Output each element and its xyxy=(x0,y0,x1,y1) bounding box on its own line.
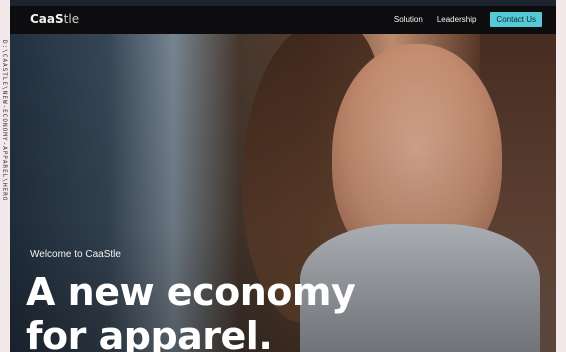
website-viewport: CaaStle Solution Leadership Contact Us W… xyxy=(10,0,556,352)
logo-bold: CaaS xyxy=(30,12,64,26)
nav-link-solution[interactable]: Solution xyxy=(394,15,423,24)
hero-headline: A new economy for apparel. xyxy=(26,270,356,352)
brand-logo[interactable]: CaaStle xyxy=(30,12,79,26)
nav-link-leadership[interactable]: Leadership xyxy=(437,15,477,24)
logo-light: tle xyxy=(63,12,80,26)
hero-banner: Welcome to CaaStle A new economy for app… xyxy=(10,24,556,352)
screenshot-frame: D:\CAASTLE\NEW-ECONOMY-APPAREL\HERO CaaS… xyxy=(0,0,566,352)
side-text: D:\CAASTLE\NEW-ECONOMY-APPAREL\HERO xyxy=(1,40,8,202)
hero-welcome-text: Welcome to CaaStle xyxy=(30,249,121,260)
top-navigation-bar: CaaStle Solution Leadership Contact Us xyxy=(10,6,556,34)
contact-us-button[interactable]: Contact Us xyxy=(490,12,542,27)
main-nav: Solution Leadership Contact Us xyxy=(394,12,542,27)
headline-line-2: for apparel. xyxy=(26,314,273,352)
headline-line-1: A new economy xyxy=(26,270,356,314)
side-text-strip: D:\CAASTLE\NEW-ECONOMY-APPAREL\HERO xyxy=(0,40,9,352)
